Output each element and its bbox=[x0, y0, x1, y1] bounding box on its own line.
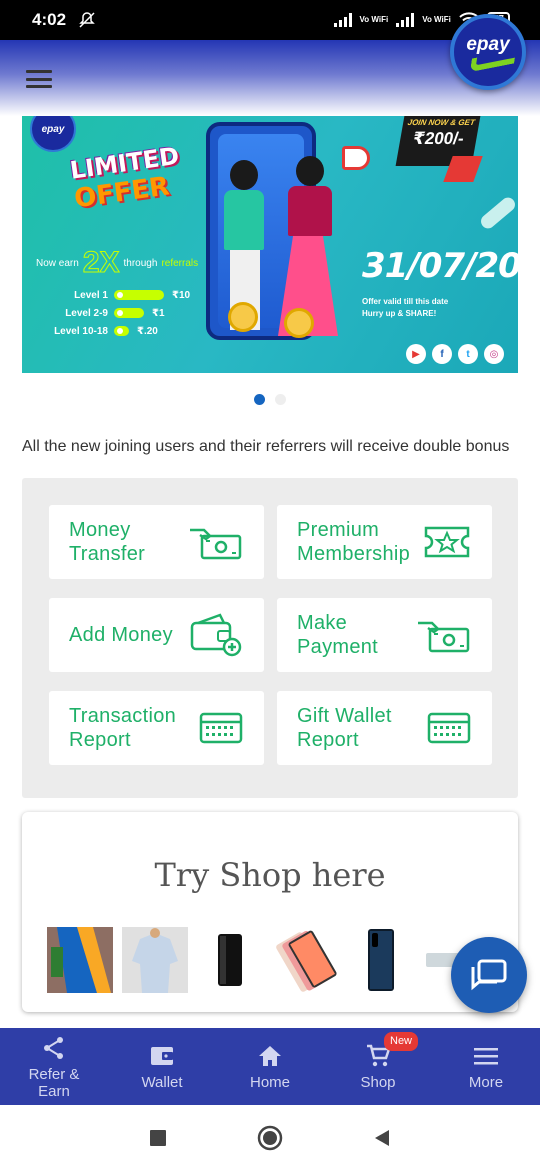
payment-hand-icon bbox=[416, 615, 472, 655]
gift-wallet-report-button[interactable]: Gift Wallet Report bbox=[277, 691, 492, 765]
level-row: Level 10-18 ₹.20 bbox=[54, 325, 158, 337]
nav-home[interactable]: Home bbox=[216, 1028, 324, 1105]
menu-icon bbox=[473, 1042, 499, 1070]
tablet-product[interactable] bbox=[271, 926, 338, 994]
back-triangle-icon[interactable] bbox=[373, 1128, 391, 1148]
facebook-icon[interactable]: f bbox=[432, 344, 452, 364]
bottom-navigation: Refer & Earn Wallet Home New Shop More bbox=[0, 1028, 540, 1105]
twitter-icon[interactable]: t bbox=[458, 344, 478, 364]
referral-levels: Level 1 ₹10 Level 2-9 ₹1 Level 10-18 ₹.2… bbox=[42, 286, 190, 340]
chat-button[interactable] bbox=[451, 937, 527, 1013]
nav-label: Wallet bbox=[141, 1074, 183, 1091]
hamburger-icon[interactable] bbox=[26, 70, 52, 88]
tile-label: Make Payment bbox=[297, 612, 379, 658]
calendar-report-icon bbox=[426, 708, 472, 748]
premium-membership-button[interactable]: Premium Membership bbox=[277, 505, 492, 579]
membership-ticket-icon bbox=[422, 522, 472, 562]
social-icons: ▶ f t ◎ bbox=[406, 344, 504, 364]
level-row: Level 1 ₹10 bbox=[74, 289, 191, 301]
home-icon bbox=[257, 1042, 283, 1070]
add-money-button[interactable]: Add Money bbox=[49, 598, 264, 672]
level-bar bbox=[114, 290, 164, 300]
tile-label: Premium Membership bbox=[297, 519, 411, 565]
offer-date: 31/07/2021 bbox=[362, 246, 518, 286]
product-strip bbox=[46, 926, 488, 994]
tile-label: Money Transfer bbox=[69, 519, 146, 565]
offer-validity: Offer valid till this date Hurry up & SH… bbox=[362, 297, 449, 318]
recents-square-icon[interactable] bbox=[149, 1129, 167, 1147]
power-bank-product[interactable] bbox=[196, 926, 263, 994]
money-transfer-icon bbox=[188, 522, 244, 562]
level-bar bbox=[114, 326, 129, 336]
quick-actions-panel: Money Transfer Premium Membership Add Mo… bbox=[22, 478, 518, 798]
coin-illustration bbox=[228, 302, 258, 332]
clock: 4:02 bbox=[32, 10, 67, 29]
new-badge: New bbox=[384, 1032, 419, 1051]
nav-more[interactable]: More bbox=[432, 1028, 540, 1105]
calendar-report-icon bbox=[198, 708, 244, 748]
nav-label: Home bbox=[249, 1074, 290, 1091]
transaction-report-button[interactable]: Transaction Report bbox=[49, 691, 264, 765]
carousel-dot-active[interactable] bbox=[254, 394, 265, 405]
money-transfer-button[interactable]: Money Transfer bbox=[49, 505, 264, 579]
megaphone-icon bbox=[342, 146, 370, 170]
vowifi-label: Vo WiFi bbox=[422, 15, 451, 24]
multiplier: 2X bbox=[82, 246, 120, 280]
vowifi-label: Vo WiFi bbox=[359, 15, 389, 24]
system-navigation bbox=[0, 1105, 540, 1170]
nav-label: More bbox=[468, 1074, 504, 1091]
youtube-icon[interactable]: ▶ bbox=[406, 344, 426, 364]
limited-offer-badge: LIMITED OFFER bbox=[68, 142, 181, 217]
level-row: Level 2-9 ₹1 bbox=[65, 307, 165, 319]
signal-icon bbox=[396, 13, 415, 27]
signal-icon bbox=[333, 13, 352, 27]
coin-illustration bbox=[284, 308, 314, 338]
make-payment-button[interactable]: Make Payment bbox=[277, 598, 492, 672]
wallet-icon bbox=[149, 1042, 175, 1070]
saree-product[interactable] bbox=[46, 926, 113, 994]
nav-label: Shop bbox=[360, 1074, 396, 1091]
banner-logo: epay bbox=[30, 116, 76, 152]
decoration bbox=[478, 194, 518, 232]
announcement-ticker: All the new joining users and their refe… bbox=[22, 438, 510, 455]
chat-bubble-icon bbox=[471, 959, 507, 991]
nav-wallet[interactable]: Wallet bbox=[108, 1028, 216, 1105]
nav-label: Refer & Earn bbox=[28, 1065, 80, 1100]
tile-label: Add Money bbox=[69, 624, 173, 646]
shop-card[interactable]: Try Shop here bbox=[22, 812, 518, 1012]
carousel-indicator bbox=[0, 394, 540, 405]
shop-title: Try Shop here bbox=[154, 856, 386, 894]
promo-banner[interactable]: epay LIMITED OFFER Now earn 2X through r… bbox=[22, 116, 518, 373]
level-bar bbox=[114, 308, 144, 318]
share-icon bbox=[42, 1034, 66, 1062]
smartphone-product[interactable] bbox=[346, 926, 413, 994]
epay-logo[interactable]: epay bbox=[450, 14, 526, 90]
nav-shop[interactable]: New Shop bbox=[324, 1028, 432, 1105]
mute-bell-icon bbox=[79, 12, 95, 28]
instagram-icon[interactable]: ◎ bbox=[484, 344, 504, 364]
carousel-dot[interactable] bbox=[275, 394, 286, 405]
nav-refer-earn[interactable]: Refer & Earn bbox=[0, 1028, 108, 1105]
add-money-wallet-icon bbox=[188, 613, 244, 657]
earn-text: Now earn 2X through referrals bbox=[36, 246, 199, 280]
tile-label: Transaction Report bbox=[69, 705, 177, 751]
home-circle-icon[interactable] bbox=[257, 1125, 283, 1151]
shirt-product[interactable] bbox=[121, 926, 188, 994]
tile-label: Gift Wallet Report bbox=[297, 705, 392, 751]
